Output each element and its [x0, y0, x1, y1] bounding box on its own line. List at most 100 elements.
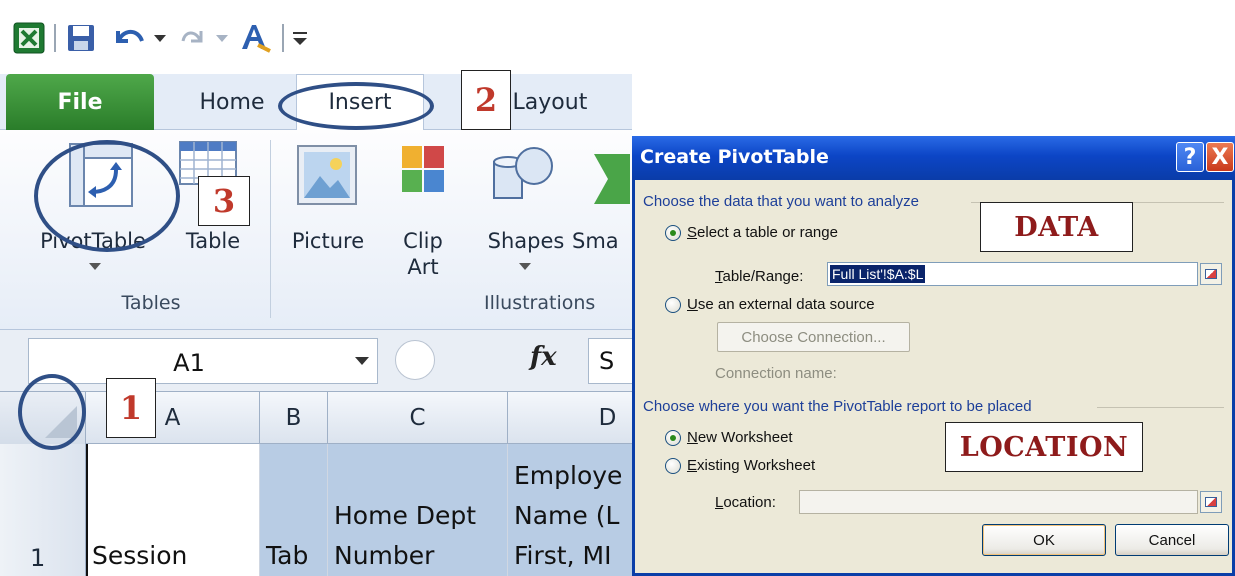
create-pivottable-dialog: Create PivotTable ? X Choose the data th… — [632, 136, 1235, 576]
tables-group-label: Tables — [121, 292, 181, 314]
table-range-value: Full List'!$A:$L — [830, 265, 926, 283]
external-source-text: se an external data source — [697, 296, 875, 313]
tab-file[interactable]: File — [6, 74, 154, 130]
collapse-dialog-icon — [1205, 497, 1217, 507]
qat-separator — [54, 24, 56, 52]
cell-d1-line3: First, MI — [514, 541, 612, 570]
data-section-label: Choose the data that you want to analyze — [643, 193, 920, 210]
column-headers: A B C D — [0, 392, 632, 444]
select-range-label[interactable]: Select a table or range — [687, 224, 838, 241]
pivottable-dropdown-icon[interactable] — [88, 258, 102, 276]
table-button[interactable]: Table — [178, 228, 248, 254]
help-button[interactable]: ? — [1176, 142, 1204, 172]
excel-window: File Home Insert e Layout PivotTable Tab… — [0, 0, 632, 576]
undo-dropdown-icon[interactable] — [150, 20, 170, 56]
new-worksheet-text: ew Worksheet — [697, 429, 793, 446]
cell-c1[interactable]: Home Dept Number — [328, 444, 508, 576]
column-header-c[interactable]: C — [328, 392, 508, 444]
existing-worksheet-radio[interactable] — [665, 458, 681, 474]
data-annotation-label: DATA — [980, 202, 1133, 252]
picture-button[interactable]: Picture — [286, 228, 370, 254]
dialog-body: Choose the data that you want to analyze… — [635, 180, 1232, 573]
cell-d1-line2: Name (L — [514, 501, 620, 530]
cell-b1[interactable]: Tab — [260, 444, 328, 576]
table-range-collapse-button[interactable] — [1200, 263, 1222, 285]
external-source-label[interactable]: Use an external data source — [687, 296, 875, 313]
clip-art-button[interactable]: Clip Art — [388, 228, 458, 280]
name-box[interactable]: A1 — [28, 338, 378, 384]
quick-access-toolbar — [0, 0, 632, 74]
cell-a1[interactable]: Session — [86, 444, 260, 576]
customize-qat-icon[interactable] — [288, 20, 312, 56]
shapes-icon[interactable] — [488, 140, 558, 211]
external-source-accel: U — [687, 296, 698, 313]
choose-connection-button[interactable]: Choose Connection... — [717, 322, 910, 352]
shapes-button[interactable]: Shapes — [480, 228, 572, 254]
column-header-b[interactable]: B — [260, 392, 328, 444]
location-label: Location: — [715, 494, 776, 511]
select-all-highlight — [18, 374, 86, 450]
table-range-label: Table/Range: — [715, 268, 803, 285]
insert-function-button[interactable]: fx — [530, 342, 557, 372]
name-box-value: A1 — [173, 349, 205, 377]
location-input[interactable] — [799, 490, 1198, 514]
smartart-icon[interactable] — [590, 152, 632, 211]
location-section-label: Choose where you want the PivotTable rep… — [643, 398, 1032, 415]
select-range-accel: S — [687, 224, 698, 241]
column-header-d[interactable]: D — [508, 392, 632, 444]
location-annotation-label: LOCATION — [945, 422, 1143, 472]
step-1-badge: 1 — [106, 378, 156, 438]
format-painter-icon[interactable] — [236, 20, 276, 56]
location-text: ocation: — [723, 494, 776, 511]
smartart-button[interactable]: Sma — [572, 228, 632, 254]
ok-button[interactable]: OK — [982, 524, 1106, 556]
undo-icon[interactable] — [110, 20, 150, 56]
dialog-title: Create PivotTable — [640, 146, 829, 168]
select-range-radio[interactable] — [665, 225, 681, 241]
new-worksheet-accel: N — [687, 429, 698, 446]
name-box-dropdown-icon[interactable] — [355, 357, 369, 365]
excel-logo-icon[interactable] — [12, 20, 46, 56]
step-2-badge: 2 — [461, 70, 511, 130]
existing-worksheet-accel: E — [687, 457, 698, 474]
shapes-dropdown-icon[interactable] — [518, 258, 532, 276]
insert-tab-highlight — [278, 82, 434, 130]
formula-bar-expand-icon[interactable] — [395, 340, 435, 380]
collapse-dialog-icon — [1205, 269, 1217, 279]
cell-a1-text: Session — [92, 541, 188, 570]
redo-icon[interactable] — [176, 20, 212, 56]
select-range-text: elect a table or range — [697, 224, 838, 241]
picture-icon[interactable] — [296, 144, 358, 211]
new-worksheet-label[interactable]: New Worksheet — [687, 429, 793, 446]
qat-separator — [282, 24, 284, 52]
existing-worksheet-label[interactable]: Existing Worksheet — [687, 457, 815, 474]
step-3-badge: 3 — [198, 176, 250, 226]
row-number: 1 — [30, 544, 46, 572]
pivottable-highlight — [34, 140, 180, 252]
connection-name-label: Connection name: — [715, 365, 837, 382]
cell-c1-line1: Home Dept — [334, 501, 477, 530]
table-range-text: able/Range: — [722, 268, 804, 285]
cell-d1[interactable]: Employe Name (L First, MI — [508, 444, 632, 576]
table-range-input[interactable]: Full List'!$A:$L — [827, 262, 1198, 286]
section-divider — [1097, 407, 1224, 408]
new-worksheet-radio[interactable] — [665, 430, 681, 446]
save-icon[interactable] — [64, 20, 98, 56]
redo-dropdown-icon[interactable] — [212, 20, 232, 56]
location-collapse-button[interactable] — [1200, 491, 1222, 513]
illustrations-group-label: Illustrations — [484, 292, 596, 314]
cell-d1-line1: Employe — [514, 461, 623, 490]
cell-c1-line2: Number — [334, 541, 435, 570]
existing-worksheet-text: xisting Worksheet — [697, 457, 816, 474]
table-range-accel: T — [715, 268, 723, 285]
formula-input[interactable]: S — [588, 338, 632, 384]
tab-home[interactable]: Home — [182, 74, 282, 130]
clip-art-icon[interactable] — [400, 144, 446, 199]
close-button[interactable]: X — [1206, 142, 1234, 172]
cancel-button[interactable]: Cancel — [1115, 524, 1229, 556]
cell-b1-text: Tab — [266, 541, 309, 570]
dialog-title-bar[interactable]: Create PivotTable ? X — [632, 136, 1235, 180]
external-source-radio[interactable] — [665, 297, 681, 313]
row-header-1[interactable]: 1 — [0, 444, 86, 576]
formula-bar: A1 fx S — [0, 330, 632, 392]
